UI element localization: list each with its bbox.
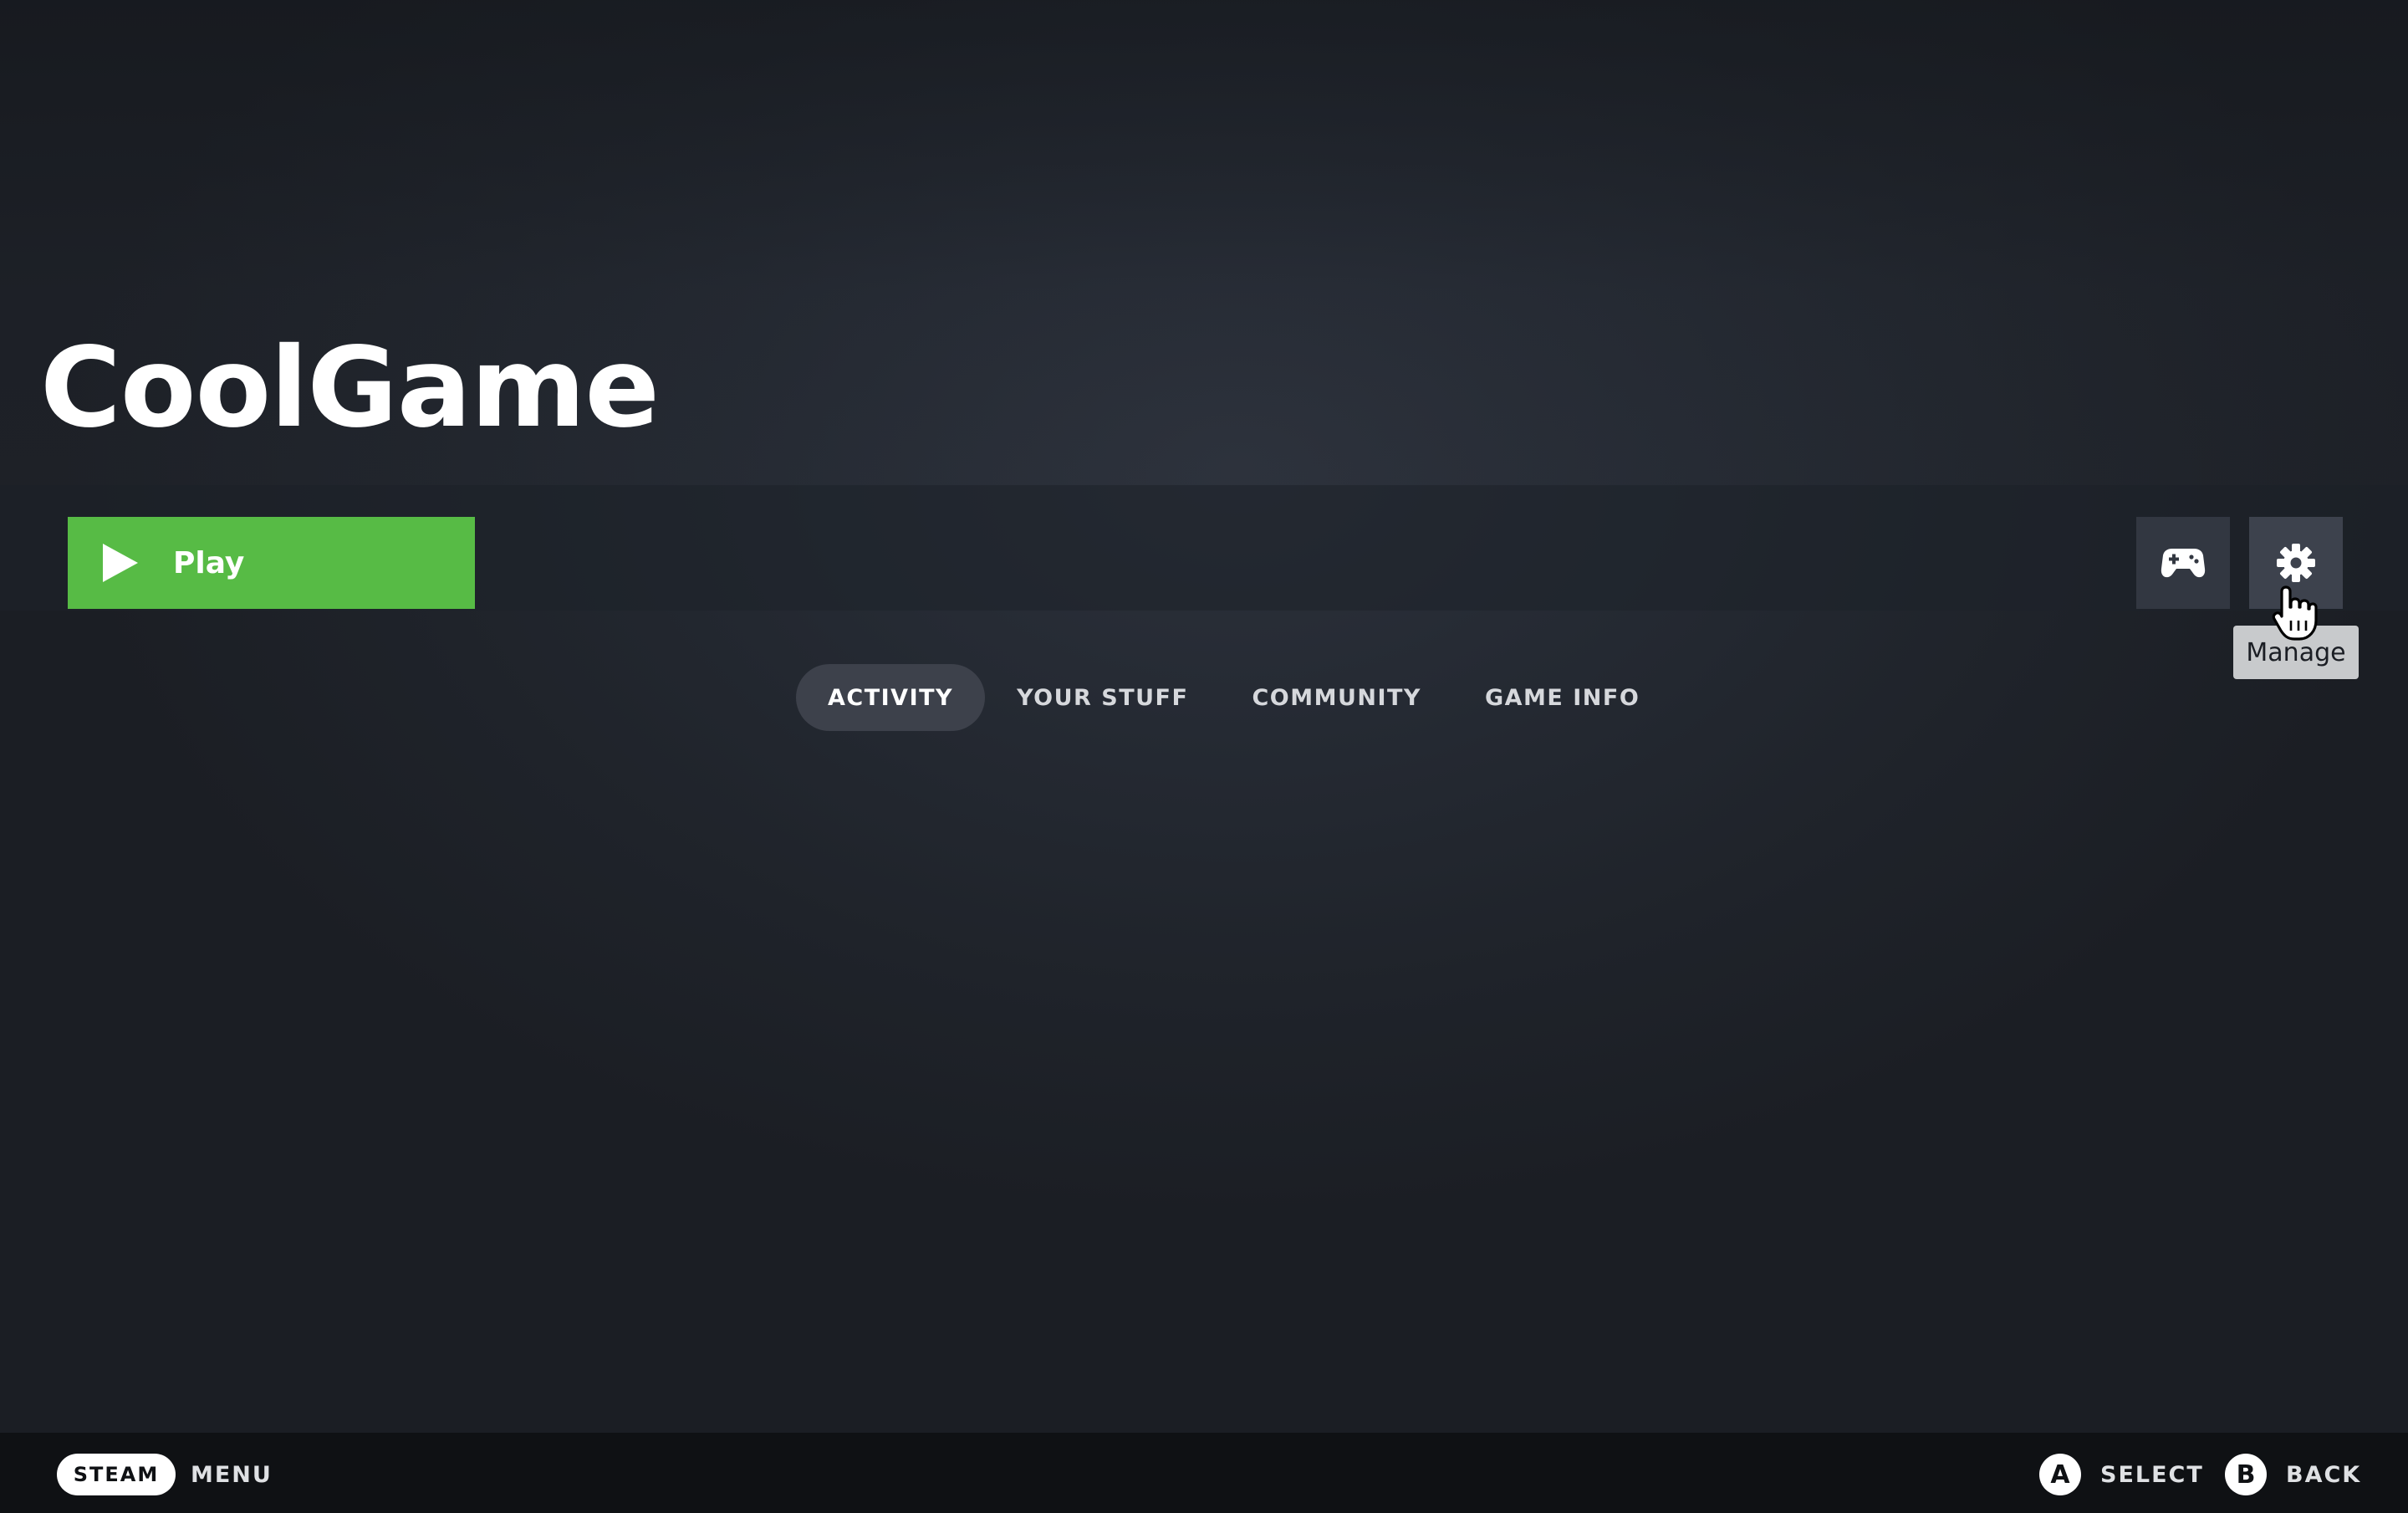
steam-button-glyph[interactable]: STEAM [57,1454,176,1495]
play-button[interactable]: Play [68,517,475,609]
menu-hint-label: MENU [191,1462,273,1488]
select-hint-label[interactable]: SELECT [2100,1457,2204,1494]
b-button-glyph: B [2225,1454,2267,1495]
tab-game-info[interactable]: GAME INFO [1453,664,1671,731]
tab-activity[interactable]: ACTIVITY [796,664,986,731]
back-hint-label[interactable]: BACK [2286,1457,2361,1494]
play-label: Play [173,545,245,580]
hand-cursor-icon [2272,585,2318,641]
gear-icon [2277,544,2315,582]
controller-icon [2161,549,2206,578]
game-details-screen: CoolGame Play Manage ACTIVITY YOUR STUFF… [0,0,2408,1513]
play-icon [103,544,138,582]
tab-bar: ACTIVITY YOUR STUFF COMMUNITY GAME INFO [796,664,1671,731]
tab-your-stuff[interactable]: YOUR STUFF [985,664,1220,731]
a-button-glyph: A [2039,1454,2081,1495]
game-title: CoolGame [40,324,660,452]
controller-settings-button[interactable] [2136,517,2230,609]
tab-community[interactable]: COMMUNITY [1220,664,1453,731]
